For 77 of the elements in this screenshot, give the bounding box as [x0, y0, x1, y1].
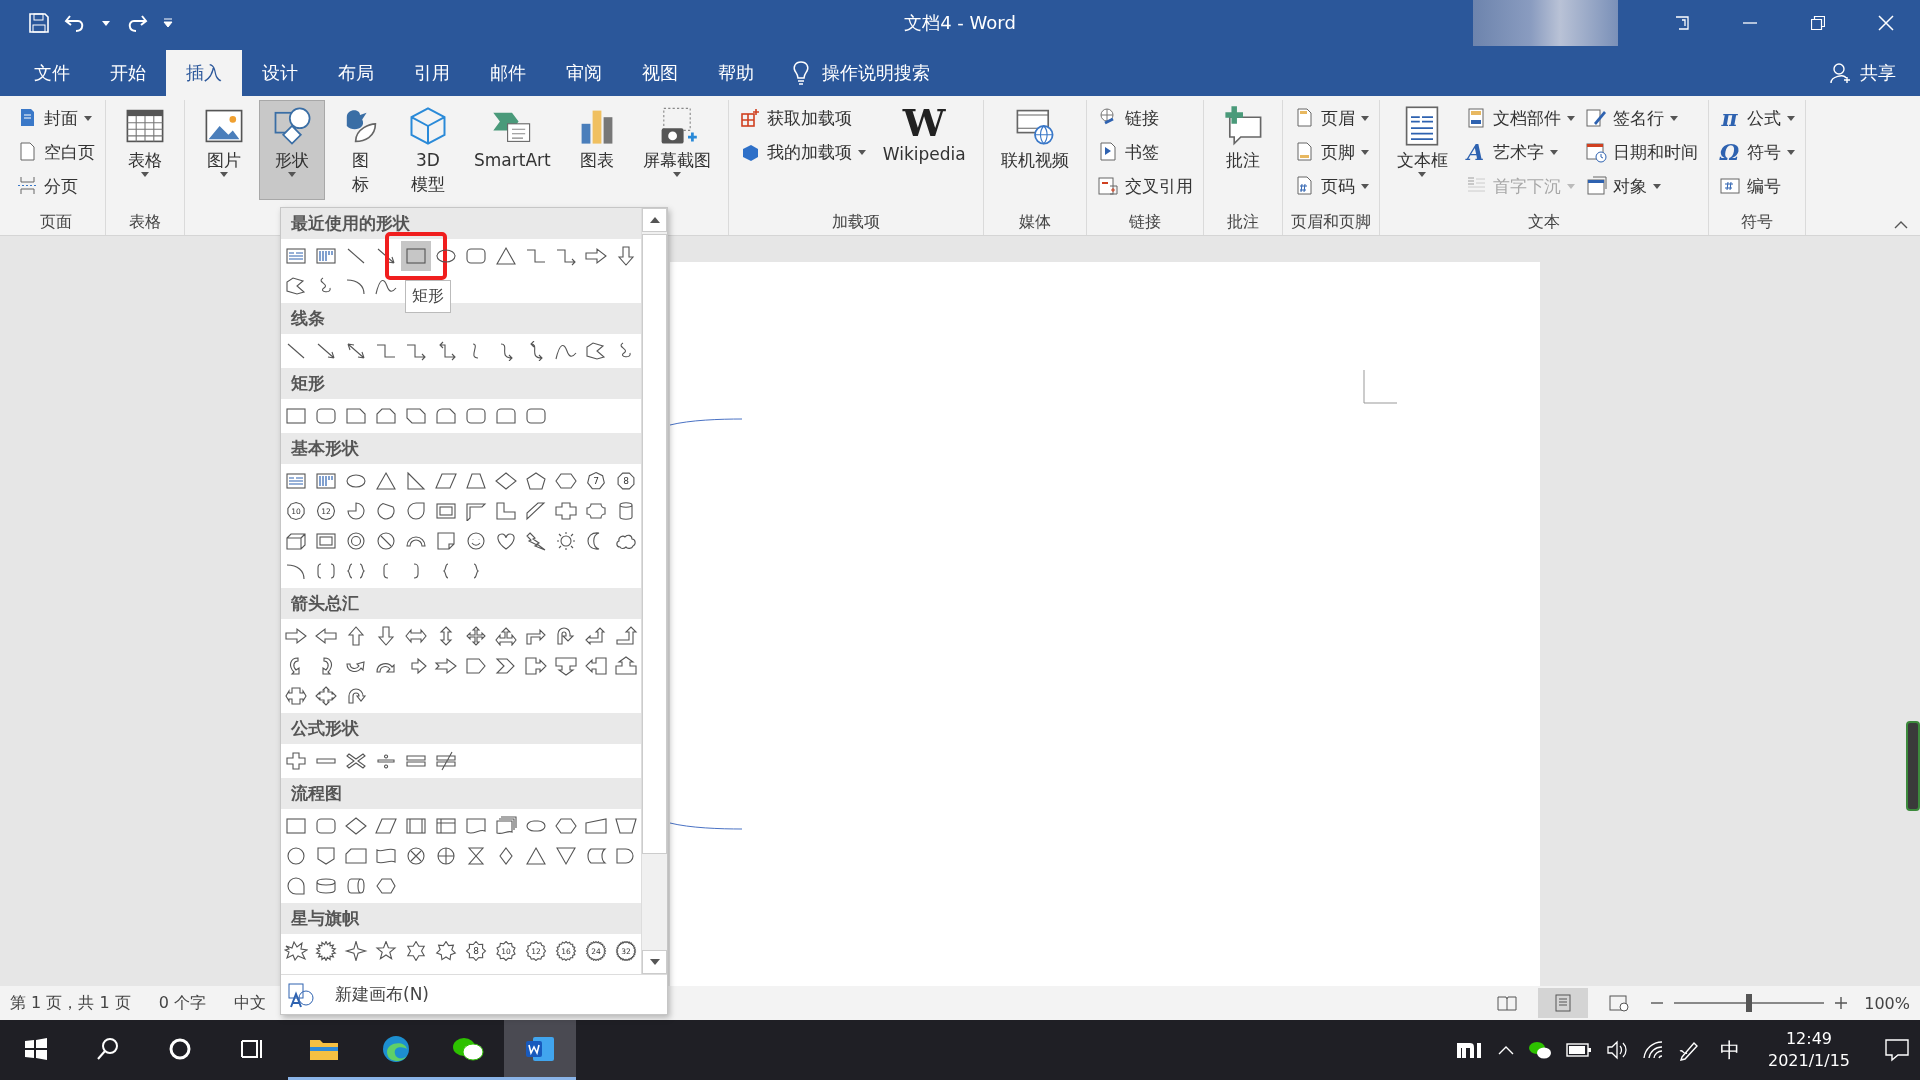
- ribbon-button[interactable]: 获取加载项: [734, 102, 870, 134]
- ribbon-tab[interactable]: 审阅: [546, 50, 622, 96]
- window-title: 文档4 - Word: [904, 11, 1016, 35]
- ribbon-button[interactable]: 签名行: [1580, 102, 1702, 134]
- ribbon-tab[interactable]: 开始: [90, 50, 166, 96]
- ribbon-button[interactable]: 对象: [1580, 170, 1702, 202]
- group-label: 批注: [1225, 211, 1260, 233]
- ribbon-button[interactable]: 页眉: [1288, 102, 1373, 134]
- section-header: 线条: [281, 303, 641, 334]
- input-method-indicator[interactable]: 中: [1713, 1036, 1746, 1064]
- ribbon-button[interactable]: 屏幕截图: [631, 100, 722, 200]
- new-canvas-button[interactable]: 新建画布(N): [281, 974, 667, 1014]
- ribbon-button[interactable]: 图 标: [327, 100, 393, 200]
- ribbon-button[interactable]: 文本框: [1385, 100, 1459, 200]
- ribbon-tab[interactable]: 插入: [166, 50, 242, 96]
- shape-option[interactable]: 8: [611, 466, 641, 496]
- ribbon-button[interactable]: 编号: [1714, 170, 1799, 202]
- group-label: 表格: [128, 211, 162, 233]
- ribbon-button[interactable]: 分页: [12, 170, 99, 202]
- clock[interactable]: 12:49 2021/1/15: [1759, 1028, 1858, 1072]
- tooltip: 矩形: [405, 280, 451, 313]
- ribbon-button[interactable]: 书签: [1092, 136, 1197, 168]
- ribbon-button[interactable]: π 公式: [1714, 102, 1799, 134]
- group-label: 媒体: [1017, 211, 1052, 233]
- ribbon-button[interactable]: Ω 符号: [1714, 136, 1799, 168]
- glyph-icon: π: [1718, 107, 1741, 129]
- share-button[interactable]: 共享: [1806, 50, 1920, 96]
- page-count[interactable]: 第 1 页，共 1 页: [10, 992, 131, 1014]
- glyph-icon: A: [1464, 141, 1487, 163]
- ribbon-button[interactable]: 页码: [1288, 170, 1373, 202]
- ribbon-button[interactable]: 图片: [191, 100, 257, 200]
- ribbon-button[interactable]: 链接: [1092, 102, 1197, 134]
- ribbon-tab[interactable]: 邮件: [470, 50, 546, 96]
- ribbon-button[interactable]: 形状: [259, 100, 325, 200]
- zoom-level[interactable]: 100%: [1864, 993, 1910, 1013]
- group-label: 页眉和页脚: [1289, 211, 1372, 233]
- glyph-icon: Ω: [1718, 141, 1741, 163]
- ribbon-button[interactable]: 文档部件: [1460, 102, 1579, 134]
- ribbon-button[interactable]: 页脚: [1288, 136, 1373, 168]
- language-indicator[interactable]: 中文: [233, 992, 266, 1014]
- group-label: 文本: [1526, 211, 1561, 233]
- ribbon-button[interactable]: A 艺术字: [1460, 136, 1579, 168]
- ribbon-tab[interactable]: 帮助: [698, 50, 774, 96]
- ribbon-button[interactable]: 日期和时间: [1580, 136, 1702, 168]
- shape-option[interactable]: 7: [581, 466, 611, 496]
- ribbon-button[interactable]: 交叉引用: [1092, 170, 1197, 202]
- group-label: 链接: [1127, 211, 1162, 233]
- group-label: 符号: [1739, 211, 1774, 233]
- ribbon-button[interactable]: 空白页: [12, 136, 99, 168]
- ribbon-button[interactable]: 我的加载项: [734, 136, 870, 168]
- section-header: 基本形状: [281, 433, 641, 464]
- ribbon-tab[interactable]: 视图: [622, 50, 698, 96]
- section-header: 星与旗帜: [281, 903, 641, 934]
- ribbon-tab[interactable]: 布局: [318, 50, 394, 96]
- ribbon-tab[interactable]: 文件: [14, 50, 90, 96]
- section-header: 箭头总汇: [281, 588, 641, 619]
- ribbon-button[interactable]: 联机视频: [989, 100, 1080, 200]
- section-header: 矩形: [281, 368, 641, 399]
- glyph-icon: W: [902, 104, 947, 142]
- ribbon-button[interactable]: SmartArt: [463, 100, 562, 200]
- tell-me-search[interactable]: 操作说明搜索: [774, 50, 948, 96]
- section-header: 流程图: [281, 778, 641, 809]
- shape-icon: 7: [587, 471, 605, 490]
- ribbon-button[interactable]: 封面: [12, 102, 99, 134]
- ribbon-button[interactable]: 表格: [112, 100, 178, 200]
- group-label: 页面: [38, 211, 73, 233]
- group-label: 加载项: [830, 211, 881, 233]
- section-header: 公式形状: [281, 713, 641, 744]
- section-header: 最近使用的形状: [281, 208, 641, 239]
- ribbon-tab[interactable]: 设计: [242, 50, 318, 96]
- ribbon-button[interactable]: 批注: [1209, 100, 1276, 200]
- shape-icon: 8: [617, 472, 635, 490]
- ribbon-button[interactable]: W Wikipedia: [871, 100, 977, 200]
- ribbon-button[interactable]: 3D 模型: [395, 100, 461, 200]
- ribbon-button[interactable]: 图表: [563, 100, 630, 200]
- word-count[interactable]: 0 个字: [158, 992, 206, 1014]
- ribbon-tab[interactable]: 引用: [394, 50, 470, 96]
